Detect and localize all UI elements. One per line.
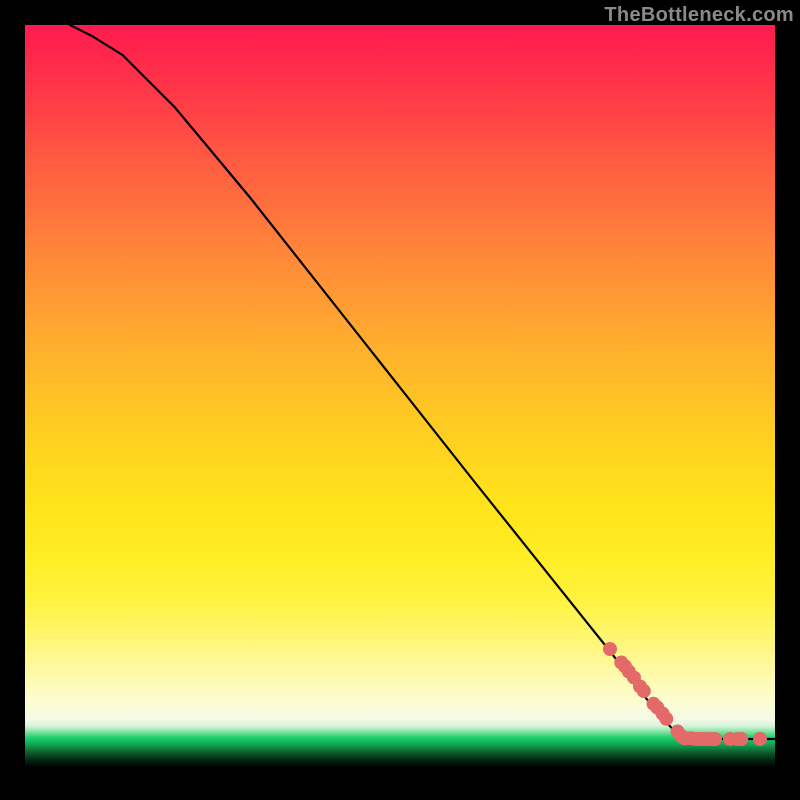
- plot-gradient-area: [25, 25, 775, 775]
- data-point: [708, 732, 722, 746]
- watermark-text: TheBottleneck.com: [604, 4, 794, 27]
- curve-layer: [25, 25, 775, 775]
- data-point: [753, 732, 767, 746]
- data-point: [659, 712, 673, 726]
- data-point: [637, 684, 651, 698]
- main-curve: [70, 25, 775, 739]
- marker-group: [603, 642, 767, 746]
- data-point: [734, 732, 748, 746]
- data-point: [603, 642, 617, 656]
- chart-stage: TheBottleneck.com: [0, 0, 800, 800]
